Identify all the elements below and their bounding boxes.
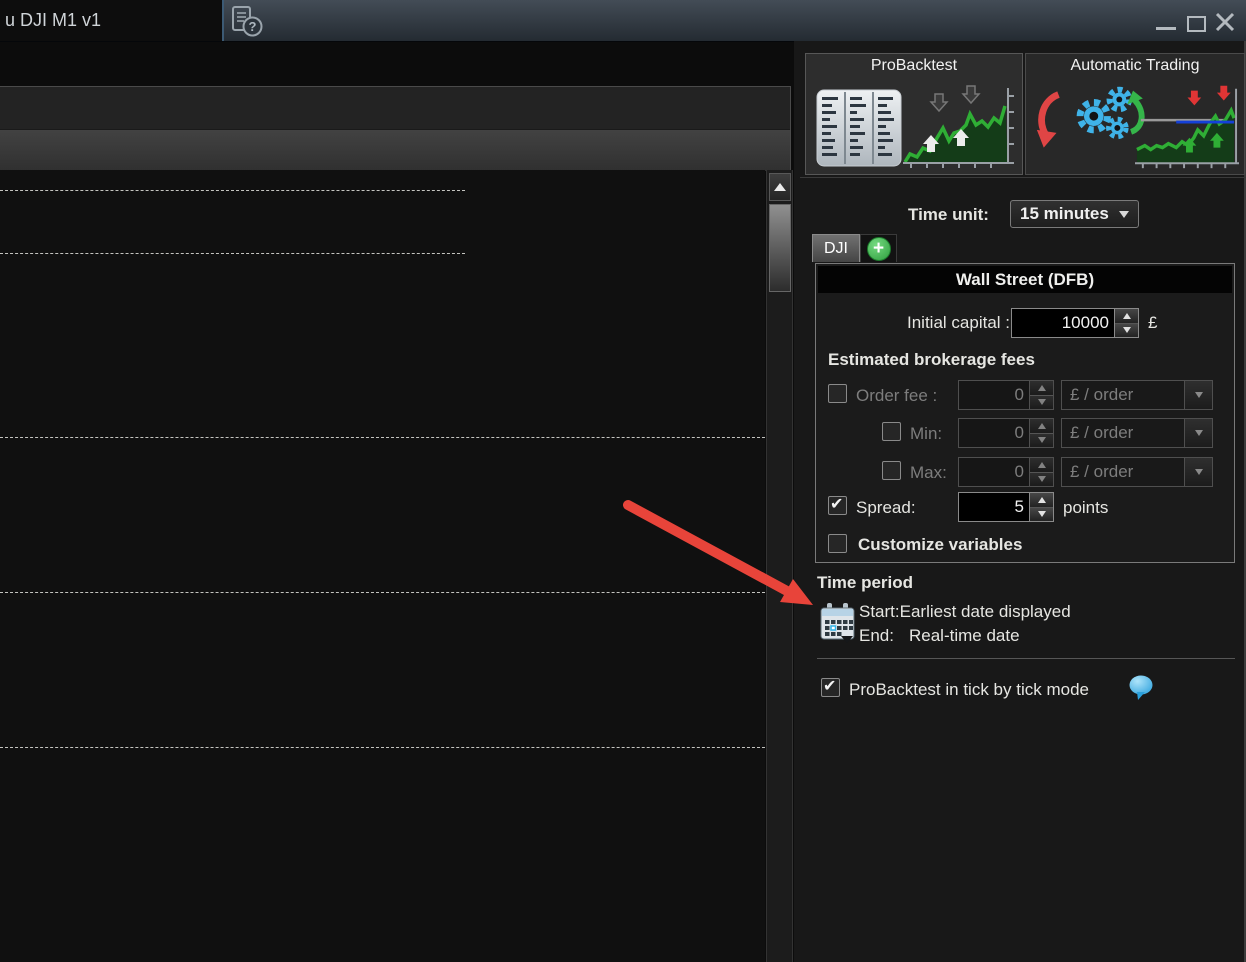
minimize-button[interactable] <box>1156 27 1176 30</box>
check-icon: ✔ <box>823 678 837 695</box>
titlebar-separator <box>222 0 224 41</box>
customize-variables-label: Customize variables <box>858 535 1023 554</box>
instrument-settings-box: Wall Street (DFB) Initial capital : 1000… <box>815 263 1235 563</box>
tooltip-bubble-icon[interactable] <box>1128 674 1155 701</box>
gears-icon <box>1076 86 1133 140</box>
tab-automatic-trading-label: Automatic Trading <box>1070 57 1200 74</box>
dashed-gridline <box>0 747 765 748</box>
scrollbar-thumb[interactable] <box>769 204 791 292</box>
tick-mode-label: ProBacktest in tick by tick mode <box>849 680 1089 699</box>
spread-input[interactable]: 5 <box>958 492 1054 522</box>
fees-heading: Estimated brokerage fees <box>828 350 1035 369</box>
red-annotation-arrow <box>623 500 813 605</box>
max-fee-unit-dropdown[interactable]: £ / order <box>1061 457 1213 487</box>
sell-arrow-icon <box>929 85 981 113</box>
min-fee-checkbox[interactable] <box>882 422 901 441</box>
min-fee-input[interactable]: 0 <box>958 418 1054 448</box>
stepper-down-button[interactable] <box>1030 433 1053 447</box>
order-fee-label: Order fee : <box>856 386 938 405</box>
chevron-down-icon[interactable] <box>1184 419 1212 447</box>
sell-signal-icon <box>1187 85 1231 106</box>
close-button[interactable] <box>1214 11 1236 33</box>
chevron-down-icon[interactable] <box>1184 381 1212 409</box>
max-fee-label: Max: <box>910 463 947 482</box>
stepper-up-button[interactable] <box>1030 458 1053 473</box>
up-arrow-icon <box>774 183 786 191</box>
stepper-down-button[interactable] <box>1030 472 1053 486</box>
left-toolbar-area <box>0 86 791 171</box>
stepper-up-button[interactable] <box>1030 381 1053 396</box>
start-value: Earliest date displayed <box>899 602 1071 621</box>
add-instrument-button[interactable]: + <box>860 234 897 262</box>
help-document-icon[interactable]: ? <box>229 4 265 39</box>
plus-icon: + <box>866 236 891 261</box>
stepper-up-button[interactable] <box>1030 493 1053 508</box>
probacktest-settings-window: u DJI M1 v1 ? ProBacktest Automatic Trad… <box>0 0 1246 962</box>
stepper-up-button[interactable] <box>1030 419 1053 434</box>
section-divider <box>817 658 1235 659</box>
order-fee-checkbox[interactable] <box>828 384 847 403</box>
instrument-header: Wall Street (DFB) <box>818 266 1232 293</box>
initial-capital-input[interactable]: 10000 <box>1011 308 1139 338</box>
start-label: Start: <box>859 602 900 621</box>
titlebar: u DJI M1 v1 ? <box>0 0 1246 42</box>
spread-label: Spread: <box>856 498 916 517</box>
currency-label: £ <box>1148 313 1158 332</box>
tab-probacktest-label: ProBacktest <box>870 57 958 74</box>
probacktest-tab-image <box>816 85 1014 168</box>
initial-capital-label: Initial capital : <box>907 313 1010 332</box>
toolbar-band-lower <box>0 129 790 171</box>
stepper-down-button[interactable] <box>1115 323 1138 337</box>
end-label: End: <box>859 626 894 645</box>
automatic-trading-tab-image <box>1036 85 1239 169</box>
scrollbar-up-button[interactable] <box>769 173 791 201</box>
initial-capital-stepper[interactable] <box>1114 309 1138 337</box>
window-title: u DJI M1 v1 <box>0 0 222 41</box>
min-fee-unit-dropdown[interactable]: £ / order <box>1061 418 1213 448</box>
chevron-down-icon <box>1118 210 1129 218</box>
time-unit-dropdown[interactable]: 15 minutes <box>1010 200 1139 228</box>
instrument-tab-dji[interactable]: DJI <box>812 234 860 262</box>
dashed-gridline <box>0 253 465 254</box>
green-cycle-arrow <box>1129 98 1145 135</box>
panel-divider-line <box>800 177 1246 178</box>
stepper-down-button[interactable] <box>1030 507 1053 521</box>
tick-mode-checkbox[interactable]: ✔ <box>821 678 840 697</box>
order-fee-input[interactable]: 0 <box>958 380 1054 410</box>
start-date-row: Start:Earliest date displayed <box>859 602 1071 622</box>
tab-probacktest[interactable]: ProBacktest <box>805 53 1023 175</box>
stepper-down-button[interactable] <box>1030 395 1053 409</box>
toolbar-band-upper <box>0 87 790 129</box>
end-date-row: End: Real-time date <box>859 626 1020 646</box>
time-unit-label: Time unit: <box>908 205 989 224</box>
order-fee-unit-dropdown[interactable]: £ / order <box>1061 380 1213 410</box>
dashed-gridline <box>0 190 465 191</box>
maximize-button[interactable] <box>1187 16 1206 32</box>
max-fee-checkbox[interactable] <box>882 461 901 480</box>
tab-automatic-trading[interactable]: Automatic Trading <box>1025 53 1245 175</box>
red-cycle-arrow <box>1038 91 1061 137</box>
min-fee-label: Min: <box>910 424 943 443</box>
time-unit-value: 15 minutes <box>1020 204 1109 223</box>
question-mark-glyph: ? <box>249 19 257 34</box>
stepper-up-button[interactable] <box>1115 309 1138 324</box>
chevron-down-icon[interactable] <box>1184 458 1212 486</box>
spread-unit-label: points <box>1063 498 1109 517</box>
max-fee-input[interactable]: 0 <box>958 457 1054 487</box>
end-value: Real-time date <box>909 626 1020 645</box>
